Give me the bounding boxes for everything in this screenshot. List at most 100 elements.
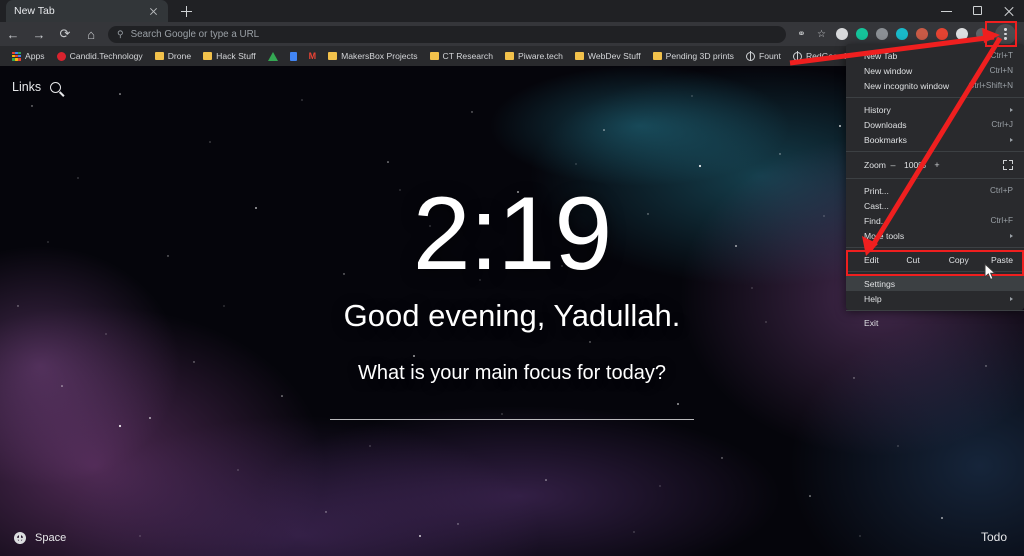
bookmark-makersbox-projects[interactable]: MakersBox Projects xyxy=(322,47,423,65)
folder-icon xyxy=(203,52,213,60)
extension-compass-icon[interactable] xyxy=(832,25,851,44)
cut-button[interactable]: Cut xyxy=(906,255,948,265)
globe-icon xyxy=(792,51,802,61)
menu-item-label: Settings xyxy=(864,278,896,289)
close-icon[interactable] xyxy=(147,5,160,18)
site-favicon xyxy=(56,51,66,61)
extension-pocket-icon[interactable] xyxy=(912,25,931,44)
menu-item-shortcut: Ctrl+F xyxy=(990,216,1013,225)
bookmark-label: Piware.tech xyxy=(518,51,563,61)
bookmark-google-drive[interactable] xyxy=(262,47,284,65)
gear-icon[interactable] xyxy=(14,532,26,544)
menu-item-shortcut: Ctrl+P xyxy=(990,186,1013,195)
bookmark-pending-3d-prints[interactable]: Pending 3D prints xyxy=(647,47,740,65)
menu-item-shortcut: Ctrl+Shift+N xyxy=(968,81,1013,90)
menu-item-settings[interactable]: Settings xyxy=(846,276,1024,291)
reload-icon[interactable]: ⟳ xyxy=(52,22,78,46)
menu-separator xyxy=(846,247,1024,248)
menu-separator xyxy=(846,271,1024,272)
bookmark-hack-stuff[interactable]: Hack Stuff xyxy=(197,47,262,65)
todo-widget[interactable]: Todo xyxy=(981,530,1007,544)
menu-separator xyxy=(846,151,1024,152)
zoom-in-button[interactable]: + xyxy=(930,160,944,170)
bookmark-fount[interactable]: Fount xyxy=(740,47,787,65)
menu-item-downloads[interactable]: Downloads Ctrl+J xyxy=(846,117,1024,132)
bookmark-label: Pending 3D prints xyxy=(665,51,734,61)
browser-toolbar: ← → ⟳ ⌂ ⚲ Search Google or type a URL ⚭ … xyxy=(0,22,1024,46)
menu-item-print[interactable]: Print... Ctrl+P xyxy=(846,183,1024,198)
links-label: Links xyxy=(12,80,42,94)
menu-item-new-tab[interactable]: New Tab Ctrl+T xyxy=(846,48,1024,63)
chevron-right-icon xyxy=(1010,296,1013,301)
menu-item-history[interactable]: History xyxy=(846,102,1024,117)
menu-item-bookmarks[interactable]: Bookmarks xyxy=(846,132,1024,147)
bookmark-webdev-stuff[interactable]: WebDev Stuff xyxy=(569,47,647,65)
menu-item-shortcut: Ctrl+T xyxy=(990,51,1013,60)
maximize-icon[interactable] xyxy=(962,0,993,22)
fullscreen-icon[interactable] xyxy=(1003,160,1013,170)
chevron-right-icon xyxy=(1010,107,1013,112)
extension-dark-reader-icon[interactable] xyxy=(872,25,891,44)
bookmark-apps[interactable]: Apps xyxy=(6,47,51,65)
globe-icon xyxy=(745,51,755,61)
mouse-cursor xyxy=(984,263,997,281)
menu-item-label: Print... xyxy=(864,185,889,196)
zoom-out-button[interactable]: – xyxy=(886,160,900,170)
links-widget[interactable]: Links xyxy=(12,80,62,94)
folder-icon xyxy=(505,52,514,60)
bookmark-candid-technology[interactable]: Candid.Technology xyxy=(51,47,149,65)
menu-item-label: Exit xyxy=(864,317,879,328)
tab-title: New Tab xyxy=(14,5,55,17)
home-icon[interactable]: ⌂ xyxy=(78,22,104,46)
space-widget[interactable]: Space xyxy=(14,532,66,544)
window-close-icon[interactable] xyxy=(993,0,1024,22)
new-tab-button[interactable] xyxy=(176,2,196,22)
menu-item-label: Bookmarks xyxy=(864,134,907,145)
bookmark-star-icon[interactable]: ☆ xyxy=(812,25,831,44)
focus-input[interactable] xyxy=(330,419,694,420)
menu-item-edit-row: Edit Cut Copy Paste xyxy=(846,252,1024,267)
chevron-right-icon xyxy=(1010,137,1013,142)
browser-tab[interactable]: New Tab xyxy=(6,0,168,22)
bookmark-label: Drone xyxy=(167,51,192,61)
minimize-icon[interactable] xyxy=(931,0,962,22)
bookmark-label: Hack Stuff xyxy=(216,51,256,61)
bookmark-label: Fount xyxy=(758,51,781,61)
bookmark-gmail[interactable]: M xyxy=(303,47,323,65)
three-dot-menu-icon[interactable] xyxy=(995,23,1016,45)
bookmark-drone[interactable]: Drone xyxy=(149,47,197,65)
menu-item-exit[interactable]: Exit xyxy=(846,315,1024,330)
menu-item-new-window[interactable]: New window Ctrl+N xyxy=(846,63,1024,78)
zoom-level-value: 100% xyxy=(903,160,926,170)
chevron-right-icon xyxy=(1010,233,1013,238)
extension-grammarly-icon[interactable] xyxy=(852,25,871,44)
search-icon[interactable] xyxy=(50,81,62,93)
menu-item-zoom: Zoom – 100% + xyxy=(846,156,1024,174)
menu-item-label: Cast... xyxy=(864,200,889,211)
bookmark-ct-research[interactable]: CT Research xyxy=(424,47,499,65)
bookmark-label: Apps xyxy=(25,51,45,61)
extension-todoist-icon[interactable] xyxy=(932,25,951,44)
zoom-label: Zoom xyxy=(864,160,886,170)
menu-item-label: More tools xyxy=(864,230,905,241)
menu-item-new-incognito-window[interactable]: New incognito window Ctrl+Shift+N xyxy=(846,78,1024,93)
location-icon[interactable]: ⚭ xyxy=(792,25,811,44)
extension-momentum-icon[interactable] xyxy=(892,25,911,44)
search-icon: ⚲ xyxy=(117,28,124,39)
folder-icon xyxy=(652,52,662,60)
menu-item-more-tools[interactable]: More tools xyxy=(846,228,1024,243)
menu-item-shortcut: Ctrl+J xyxy=(991,120,1013,129)
back-icon[interactable]: ← xyxy=(0,22,26,46)
menu-item-shortcut: Ctrl+N xyxy=(989,66,1013,75)
menu-item-label: New incognito window xyxy=(864,80,950,91)
menu-item-help[interactable]: Help xyxy=(846,291,1024,306)
profile-avatar-icon[interactable] xyxy=(972,25,991,44)
bookmark-piware-tech[interactable]: Piware.tech xyxy=(499,47,569,65)
menu-item-find[interactable]: Find... Ctrl+F xyxy=(846,213,1024,228)
forward-icon[interactable]: → xyxy=(26,22,52,46)
address-bar[interactable]: ⚲ Search Google or type a URL xyxy=(108,25,786,43)
extension-cloud-icon[interactable] xyxy=(952,25,971,44)
menu-item-cast[interactable]: Cast... xyxy=(846,198,1024,213)
bookmark-google-docs[interactable] xyxy=(284,47,303,65)
address-bar-placeholder: Search Google or type a URL xyxy=(130,28,260,40)
